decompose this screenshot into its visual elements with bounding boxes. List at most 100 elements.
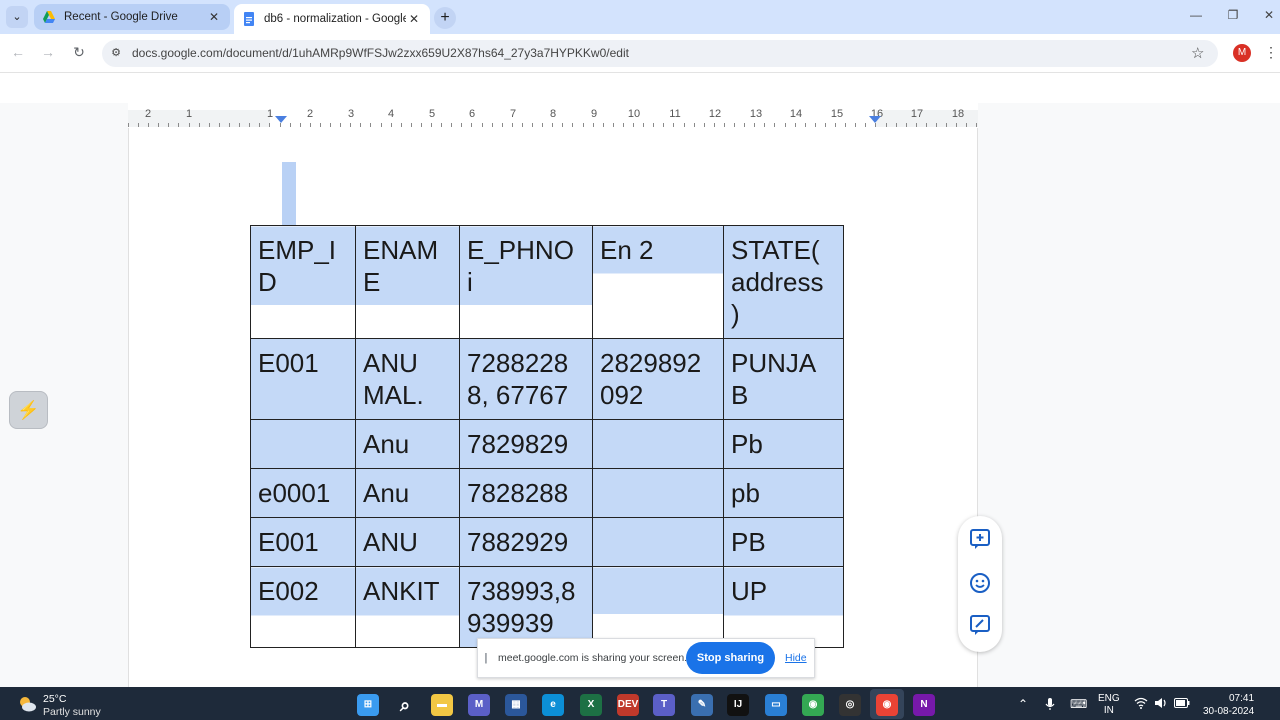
cell-state[interactable]: UP: [723, 566, 844, 648]
drag-handle-icon[interactable]: ||: [484, 652, 487, 664]
clock-date[interactable]: 30-08-2024: [1203, 706, 1254, 717]
teams-icon[interactable]: T: [653, 694, 675, 716]
onenote-icon[interactable]: N: [913, 694, 935, 716]
ruler-tick: [199, 123, 200, 127]
edge-icon[interactable]: e: [542, 694, 564, 716]
back-icon[interactable]: ←: [9, 44, 27, 60]
new-tab-button[interactable]: +: [434, 7, 456, 29]
cell-state[interactable]: PUNJA B: [723, 338, 844, 420]
weather-temperature[interactable]: 25°C: [43, 693, 66, 705]
ruler-label: 3: [347, 108, 355, 120]
store-icon[interactable]: ▦: [505, 694, 527, 716]
ruler-tick: [542, 123, 543, 127]
ruler-label: 1: [185, 108, 193, 120]
cell-e-phno[interactable]: 7882929: [459, 517, 593, 567]
stop-sharing-button[interactable]: Stop sharing: [686, 642, 775, 674]
browser-menu-icon[interactable]: ⋮: [1264, 44, 1278, 61]
file-explorer-icon[interactable]: ▬: [431, 694, 453, 716]
cell-e-phno[interactable]: 738993,8 939939: [459, 566, 593, 648]
table-row: E001 ANU 7882929 PB: [250, 517, 844, 567]
ruler-tick: [320, 123, 321, 127]
intellij-icon[interactable]: IJ: [727, 694, 749, 716]
cell-ename[interactable]: ANU: [355, 517, 460, 567]
header-cell-emp-id[interactable]: EMP_I D: [250, 225, 356, 339]
notepad-icon[interactable]: ✎: [691, 694, 713, 716]
minimize-icon[interactable]: —: [1186, 8, 1206, 22]
tab-search-button[interactable]: ⌄: [6, 6, 28, 28]
reload-icon[interactable]: ↻: [70, 44, 88, 61]
tray-overflow-chevron-icon[interactable]: ⌃: [1018, 697, 1028, 711]
site-info-icon[interactable]: ⚙: [108, 45, 124, 61]
ruler-tick: [663, 123, 664, 127]
cell-e-phno[interactable]: 7828288: [459, 468, 593, 518]
profile-avatar[interactable]: M: [1233, 44, 1251, 62]
cell-emp-id[interactable]: [250, 419, 356, 469]
chrome-profile-2-icon[interactable]: ◉: [876, 694, 898, 716]
header-cell-ename[interactable]: ENAM E: [355, 225, 460, 339]
header-cell-en2[interactable]: En 2: [592, 225, 724, 339]
clock-time[interactable]: 07:41: [1229, 693, 1254, 704]
cell-ename[interactable]: Anu: [355, 419, 460, 469]
app-m-icon[interactable]: M: [468, 694, 490, 716]
ruler-tick: [926, 123, 927, 127]
start-icon[interactable]: ⊞: [357, 694, 379, 716]
ruler-tick: [158, 123, 159, 127]
microphone-icon[interactable]: [1044, 697, 1056, 714]
cell-en2[interactable]: [592, 566, 724, 648]
cell-e-phno[interactable]: 7829829: [459, 419, 593, 469]
search-icon[interactable]: ⌕: [394, 694, 416, 716]
ruler-tick: [633, 123, 634, 127]
employee-table[interactable]: EMP_I D ENAM E E_PHNO i En 2 STATE(address)…: [250, 225, 844, 648]
battery-icon[interactable]: [1174, 697, 1190, 711]
cell-e-phno[interactable]: 7288228 8, 67767: [459, 338, 593, 420]
header-cell-e-phno[interactable]: E_PHNO i: [459, 225, 593, 339]
remote-desktop-icon[interactable]: ▭: [765, 694, 787, 716]
forward-icon[interactable]: →: [39, 44, 57, 60]
close-window-icon[interactable]: ✕: [1259, 8, 1279, 22]
chrome-profile-1-icon[interactable]: ◉: [802, 694, 824, 716]
left-indent-marker[interactable]: [275, 116, 287, 123]
cell-state[interactable]: pb: [723, 468, 844, 518]
cell-ename[interactable]: ANU MAL.: [355, 338, 460, 420]
input-language[interactable]: ENG IN: [1098, 693, 1120, 717]
tab-google-docs[interactable]: db6 - normalization - Google D ✕: [234, 4, 430, 34]
cell-en2[interactable]: [592, 419, 724, 469]
cell-emp-id[interactable]: E002: [250, 566, 356, 648]
add-comment-icon[interactable]: [968, 528, 992, 552]
suggest-edits-icon[interactable]: [968, 614, 992, 638]
windows-taskbar: [0, 687, 1280, 720]
tab-google-drive[interactable]: Recent - Google Drive ✕: [34, 4, 230, 30]
cell-state[interactable]: PB: [723, 517, 844, 567]
right-indent-marker[interactable]: [869, 116, 881, 123]
header-cell-state[interactable]: STATE(address): [723, 225, 844, 339]
ruler-tick: [492, 123, 493, 127]
add-emoji-reaction-icon[interactable]: [968, 572, 992, 596]
extension-widget-icon[interactable]: ⚡: [9, 391, 48, 429]
ruler-tick: [845, 123, 846, 127]
ruler-tick: [269, 123, 270, 127]
wifi-icon[interactable]: [1134, 697, 1148, 712]
close-tab-icon[interactable]: ✕: [206, 10, 222, 24]
cell-en2[interactable]: [592, 468, 724, 518]
cell-ename[interactable]: Anu: [355, 468, 460, 518]
excel-icon[interactable]: X: [580, 694, 602, 716]
cell-state[interactable]: Pb: [723, 419, 844, 469]
cell-en2[interactable]: 2829892 092: [592, 338, 724, 420]
hide-banner-link[interactable]: Hide: [785, 652, 807, 664]
bookmark-star-icon[interactable]: ☆: [1191, 44, 1204, 62]
close-tab-icon[interactable]: ✕: [406, 12, 422, 26]
cell-ename[interactable]: ANKIT: [355, 566, 460, 648]
ruler-tick: [946, 123, 947, 127]
cell-emp-id[interactable]: E001: [250, 338, 356, 420]
restore-icon[interactable]: ❐: [1223, 8, 1243, 22]
devcpp-icon[interactable]: DEV: [617, 694, 639, 716]
github-icon[interactable]: ◎: [839, 694, 861, 716]
cell-emp-id[interactable]: E001: [250, 517, 356, 567]
url-text[interactable]: docs.google.com/document/d/1uhAMRp9WfFSJ…: [132, 46, 629, 60]
cell-en2[interactable]: [592, 517, 724, 567]
ruler-tick: [966, 123, 967, 127]
cell-emp-id[interactable]: e0001: [250, 468, 356, 518]
volume-icon[interactable]: [1154, 697, 1168, 712]
keyboard-icon[interactable]: ⌨: [1070, 697, 1087, 711]
weather-description[interactable]: Partly sunny: [43, 706, 101, 718]
